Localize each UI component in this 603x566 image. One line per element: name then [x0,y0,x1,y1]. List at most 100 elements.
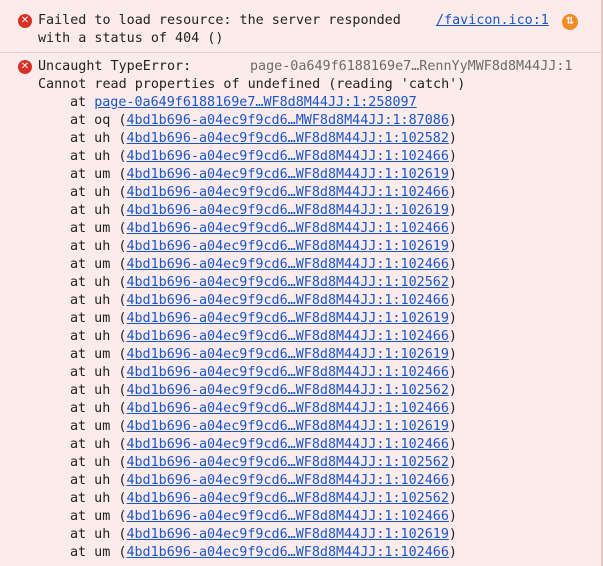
stack-frame: at uh (4bd1b696-a04ec9f9cd6…WF8d8M44JJ:1… [70,184,457,202]
stack-frame-link[interactable]: 4bd1b696-a04ec9f9cd6…WF8d8M44JJ:1:102619 [126,527,448,542]
paren-close: ) [448,203,457,218]
stack-frame: at uh (4bd1b696-a04ec9f9cd6…WF8d8M44JJ:1… [70,238,457,256]
paren-open: ( [110,113,127,128]
stack-frame: at um (4bd1b696-a04ec9f9cd6…WF8d8M44JJ:1… [70,418,457,436]
stack-frame: at um (4bd1b696-a04ec9f9cd6…WF8d8M44JJ:1… [70,346,457,364]
stack-frame: at uh (4bd1b696-a04ec9f9cd6…WF8d8M44JJ:1… [70,436,457,454]
paren-open: ( [110,437,127,452]
stack-frame-link[interactable]: 4bd1b696-a04ec9f9cd6…WF8d8M44JJ:1:102466 [126,221,448,236]
stack-frame-link[interactable]: 4bd1b696-a04ec9f9cd6…WF8d8M44JJ:1:102466 [126,185,448,200]
paren-close: ) [448,167,457,182]
paren-open: ( [110,419,127,434]
stack-frame-link[interactable]: 4bd1b696-a04ec9f9cd6…WF8d8M44JJ:1:102466 [126,437,448,452]
paren-close: ) [448,221,457,236]
stack-frame: at uh (4bd1b696-a04ec9f9cd6…WF8d8M44JJ:1… [70,364,457,382]
stack-frame-function: at uh [70,293,111,308]
stack-frame-link[interactable]: 4bd1b696-a04ec9f9cd6…WF8d8M44JJ:1:102619 [126,203,448,218]
stack-frame-link[interactable]: 4bd1b696-a04ec9f9cd6…WF8d8M44JJ:1:102466 [126,473,448,488]
paren-close: ) [448,185,457,200]
stack-frame-function: at uh [70,329,111,344]
stack-frame-link[interactable]: 4bd1b696-a04ec9f9cd6…WF8d8M44JJ:1:102619 [126,167,448,182]
stack-frame-link[interactable]: 4bd1b696-a04ec9f9cd6…WF8d8M44JJ:1:102582 [126,131,448,146]
stack-frame: at uh (4bd1b696-a04ec9f9cd6…WF8d8M44JJ:1… [70,328,457,346]
paren-close: ) [448,419,457,434]
paren-open: ( [110,203,127,218]
error-message: Cannot read properties of undefined (rea… [38,77,466,92]
paren-close: ) [448,113,457,128]
stack-frame-link[interactable]: 4bd1b696-a04ec9f9cd6…WF8d8M44JJ:1:102619 [126,239,448,254]
stack-frame-link[interactable]: 4bd1b696-a04ec9f9cd6…WF8d8M44JJ:1:102466 [126,545,448,560]
paren-open: ( [110,491,127,506]
paren-close: ) [448,455,457,470]
stack-frame-function: at um [70,509,111,524]
stack-frame-link[interactable]: 4bd1b696-a04ec9f9cd6…WF8d8M44JJ:1:102466 [126,293,448,308]
stack-frame-function: at uh [70,437,111,452]
stack-frame-link[interactable]: 4bd1b696-a04ec9f9cd6…WF8d8M44JJ:1:102619 [126,311,448,326]
paren-close: ) [448,527,457,542]
paren-open: ( [110,239,127,254]
stack-frame-link[interactable]: 4bd1b696-a04ec9f9cd6…WF8d8M44JJ:1:102466 [126,401,448,416]
paren-close: ) [448,293,457,308]
stack-frame-link[interactable]: 4bd1b696-a04ec9f9cd6…WF8d8M44JJ:1:102619 [126,419,448,434]
network-request-icon[interactable]: ⇅ [562,14,578,30]
paren-close: ) [448,491,457,506]
stack-frame: at uh (4bd1b696-a04ec9f9cd6…WF8d8M44JJ:1… [70,292,457,310]
error-message-line-2: with a status of 404 () [38,31,224,46]
stack-frame-link[interactable]: 4bd1b696-a04ec9f9cd6…WF8d8M44JJ:1:102619 [126,347,448,362]
paren-open: ( [110,329,127,344]
stack-frame: at uh (4bd1b696-a04ec9f9cd6…WF8d8M44JJ:1… [70,130,457,148]
stack-frame: at page-0a649f6188169e7…WF8d8M44JJ:1:258… [70,95,417,110]
stack-frame-function: at uh [70,149,111,164]
stack-frame-function: at uh [70,473,111,488]
stack-frame-link[interactable]: 4bd1b696-a04ec9f9cd6…WF8d8M44JJ:1:102466 [126,149,448,164]
stack-frame: at um (4bd1b696-a04ec9f9cd6…WF8d8M44JJ:1… [70,508,457,526]
stack-frame-function: at uh [70,185,111,200]
paren-open: ( [110,293,127,308]
paren-close: ) [448,509,457,524]
paren-open: ( [110,401,127,416]
paren-open: ( [110,167,127,182]
paren-close: ) [448,131,457,146]
paren-open: ( [110,311,127,326]
stack-frame-function: at uh [70,131,111,146]
paren-open: ( [110,527,127,542]
paren-open: ( [110,383,127,398]
stack-frame-link[interactable]: 4bd1b696-a04ec9f9cd6…WF8d8M44JJ:1:102466 [126,509,448,524]
stack-frame-link[interactable]: 4bd1b696-a04ec9f9cd6…WF8d8M44JJ:1:102466 [126,365,448,380]
error-source-link[interactable]: /favicon.ico:1 [436,12,549,30]
paren-open: ( [110,347,127,362]
paren-open: ( [110,275,127,290]
stack-frame-function: at um [70,257,111,272]
stack-frame-link[interactable]: 4bd1b696-a04ec9f9cd6…MWF8d8M44JJ:1:87086 [126,113,448,128]
stack-frame-function: at um [70,545,111,560]
stack-frame-link[interactable]: 4bd1b696-a04ec9f9cd6…WF8d8M44JJ:1:102562 [126,491,448,506]
paren-close: ) [448,383,457,398]
stack-frame-link[interactable]: 4bd1b696-a04ec9f9cd6…WF8d8M44JJ:1:102562 [126,455,448,470]
paren-open: ( [110,131,127,146]
stack-frame-link[interactable]: 4bd1b696-a04ec9f9cd6…WF8d8M44JJ:1:102466 [126,329,448,344]
stack-frame-function: at um [70,347,111,362]
stack-frame-link[interactable]: 4bd1b696-a04ec9f9cd6…WF8d8M44JJ:1:102562 [126,383,448,398]
stack-frame: at uh (4bd1b696-a04ec9f9cd6…WF8d8M44JJ:1… [70,454,457,472]
stack-frame-link[interactable]: 4bd1b696-a04ec9f9cd6…WF8d8M44JJ:1:102466 [126,257,448,272]
paren-close: ) [448,347,457,362]
stack-trace: at page-0a649f6188169e7…WF8d8M44JJ:1:258… [70,94,457,562]
stack-frame-link[interactable]: 4bd1b696-a04ec9f9cd6…WF8d8M44JJ:1:102562 [126,275,448,290]
stack-frame: at um (4bd1b696-a04ec9f9cd6…WF8d8M44JJ:1… [70,310,457,328]
stack-frame-function: at um [70,167,111,182]
paren-close: ) [448,311,457,326]
paren-close: ) [448,365,457,380]
stack-frame: at uh (4bd1b696-a04ec9f9cd6…WF8d8M44JJ:1… [70,526,457,544]
stack-frame-link[interactable]: page-0a649f6188169e7…WF8d8M44JJ:1:258097 [94,95,416,110]
stack-frame-function: at uh [70,401,111,416]
stack-frame: at um (4bd1b696-a04ec9f9cd6…WF8d8M44JJ:1… [70,544,457,562]
stack-frame-function: at uh [70,491,111,506]
error-circle-x-icon: ✕ [18,60,32,74]
paren-open: ( [110,365,127,380]
paren-open: ( [110,257,127,272]
error-message-line-1: Failed to load resource: the server resp… [38,13,401,28]
stack-frame: at uh (4bd1b696-a04ec9f9cd6…WF8d8M44JJ:1… [70,202,457,220]
stack-frame-function: at uh [70,239,111,254]
error-source-link[interactable]: page-0a649f6188169e7…RennYyMWF8d8M44JJ:1 [250,58,572,76]
stack-frame-function: at um [70,221,111,236]
